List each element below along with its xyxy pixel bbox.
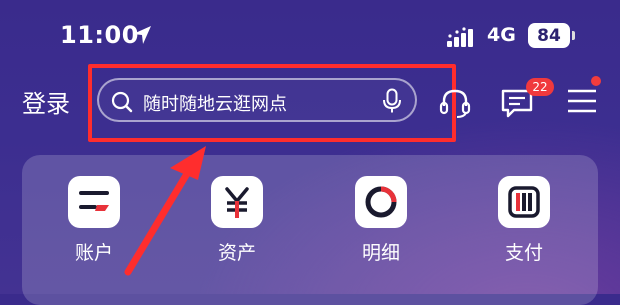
quick-menu-label: 明细 [361, 242, 400, 264]
battery-tip [572, 31, 575, 40]
menu-icon[interactable] [567, 88, 597, 114]
message-badge: 22 [526, 78, 554, 96]
search-highlight-box [88, 64, 456, 142]
customer-service-headset-icon[interactable] [438, 86, 472, 120]
pie-chart-icon [355, 176, 407, 228]
battery-indicator: 84 [528, 23, 570, 48]
quick-menu-label: 支付 [504, 242, 543, 264]
payment-icon [498, 176, 550, 228]
quick-menu-label: 账户 [74, 242, 113, 264]
menu-notification-dot [591, 76, 601, 86]
account-card-icon [68, 176, 120, 228]
quick-menu-item-details[interactable]: 明细 [331, 176, 431, 286]
quick-menu-item-assets[interactable]: 资产 [187, 176, 287, 286]
quick-menu-item-account[interactable]: 账户 [44, 176, 144, 286]
signal-bars-icon [447, 27, 473, 47]
yuan-icon [211, 176, 263, 228]
network-type: 4G [487, 24, 516, 46]
status-bar: 11:00 4G 84 [0, 0, 620, 70]
login-link[interactable]: 登录 [22, 84, 70, 119]
quick-menu-item-payment[interactable]: 支付 [474, 176, 574, 286]
location-arrow-icon [133, 26, 151, 44]
quick-menu-label: 资产 [217, 242, 256, 264]
status-time: 11:00 [60, 21, 139, 49]
